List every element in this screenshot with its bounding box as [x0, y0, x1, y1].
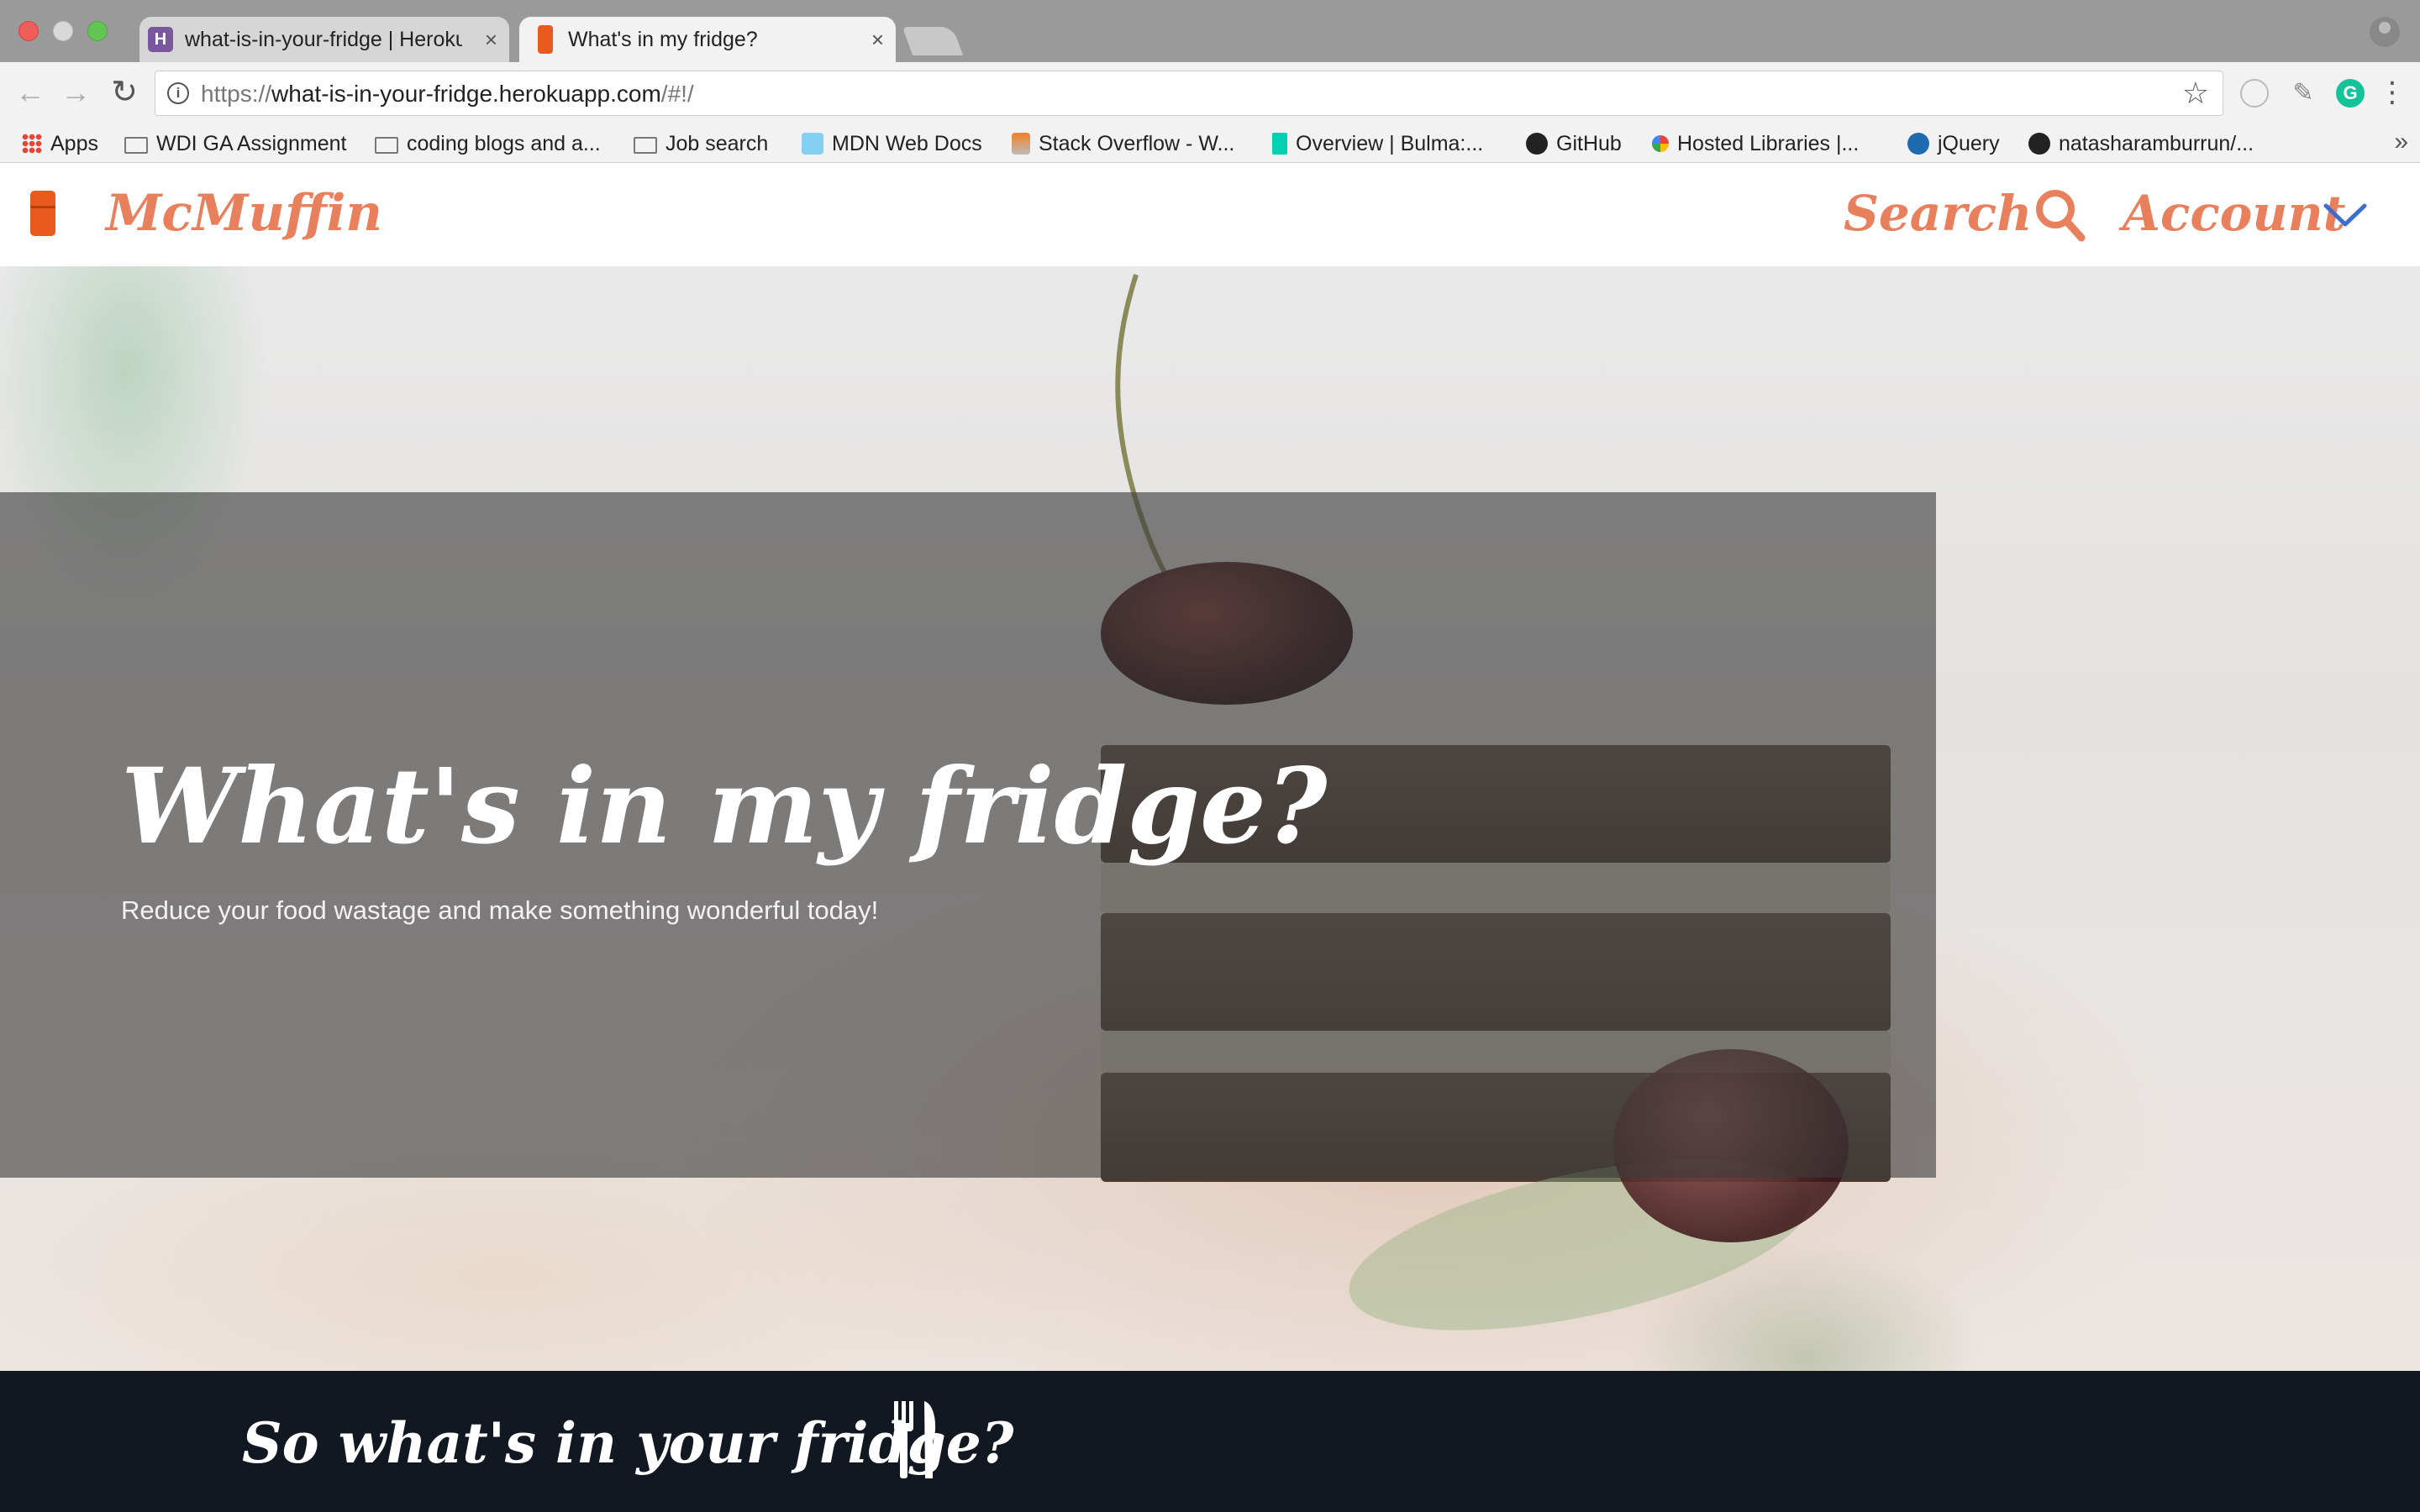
extension-icon[interactable]	[2240, 79, 2269, 108]
bookmark-bulma[interactable]: Overview | Bulma:...	[1272, 124, 1483, 163]
bookmark-apps[interactable]: Apps	[22, 124, 98, 163]
address-bar[interactable]: i https://what-is-in-your-fridge.herokua…	[155, 71, 2223, 116]
browser-toolbar: ← → ↻ i https://what-is-in-your-fridge.h…	[0, 62, 2420, 124]
tab-title: what-is-in-your-fridge | Heroku	[185, 28, 462, 51]
browser-tab-heroku[interactable]: H what-is-in-your-fridge | Heroku ×	[139, 17, 509, 62]
profile-icon[interactable]	[2370, 17, 2400, 47]
browser-tab-fridge[interactable]: What's in my fridge? ×	[519, 17, 896, 62]
google-icon	[1652, 135, 1669, 152]
fridge-prompt-bar: So what's in your fridge?	[0, 1371, 2420, 1512]
hero-overlay-panel: What's in my fridge? Reduce your food wa…	[0, 492, 1936, 1178]
apps-grid-icon	[22, 134, 42, 154]
jquery-icon	[1907, 133, 1929, 155]
nav-search-link[interactable]: Search	[1844, 184, 2032, 243]
bookmarks-bar: Apps WDI GA Assignment coding blogs and …	[0, 124, 2420, 163]
nav-account-link[interactable]: Account	[2123, 184, 2345, 243]
reload-icon[interactable]: ↻	[106, 74, 143, 111]
bookmark-label: Overview | Bulma:...	[1296, 131, 1484, 155]
brand-link[interactable]: McMuffin	[106, 184, 382, 243]
site-navbar: McMuffin Search Account	[0, 164, 2420, 266]
forward-arrow-icon[interactable]: →	[57, 74, 94, 111]
bookmark-github[interactable]: GitHub	[1526, 124, 1622, 163]
bookmark-label: MDN Web Docs	[832, 131, 982, 155]
bookmark-natasha-github[interactable]: natasharamburrun/...	[2028, 124, 2254, 163]
bulma-icon	[1272, 133, 1287, 155]
bookmark-jquery[interactable]: jQuery	[1907, 124, 2000, 163]
bookmark-coding-blogs-folder[interactable]: coding blogs and a...	[375, 124, 601, 163]
bookmark-job-search-folder[interactable]: Job search	[634, 124, 768, 163]
folder-icon	[375, 137, 398, 154]
maximize-window-button[interactable]	[87, 21, 108, 41]
bookmark-hosted-libraries[interactable]: Hosted Libraries |...	[1652, 124, 1859, 163]
bookmark-label: jQuery	[1938, 131, 2000, 155]
stackoverflow-icon	[1012, 133, 1030, 155]
bookmark-label: Hosted Libraries |...	[1677, 131, 1860, 155]
bookmark-label: WDI GA Assignment	[156, 131, 347, 155]
close-window-button[interactable]	[18, 21, 39, 41]
bookmark-label: coding blogs and a...	[407, 131, 601, 155]
bookmark-label: Job search	[666, 131, 769, 155]
cutlery-icon	[894, 1401, 936, 1478]
bookmark-label: Apps	[50, 131, 98, 155]
chevron-down-icon[interactable]	[2323, 197, 2368, 231]
github-icon	[2028, 133, 2050, 155]
search-icon[interactable]	[2033, 187, 2086, 243]
mdn-icon	[802, 133, 823, 155]
url-text[interactable]: https://what-is-in-your-fridge.herokuapp…	[201, 81, 694, 108]
hero-title: What's in my fridge?	[121, 746, 1328, 868]
browser-tab-strip: H what-is-in-your-fridge | Heroku × What…	[0, 0, 2420, 62]
hero-subtitle: Reduce your food wastage and make someth…	[121, 895, 879, 925]
back-arrow-icon[interactable]: ←	[12, 74, 49, 111]
browser-menu-icon[interactable]: ⋮	[2378, 74, 2407, 111]
bookmark-label: natasharamburrun/...	[2059, 131, 2254, 155]
tab-title: What's in my fridge?	[568, 28, 758, 51]
minimize-window-button[interactable]	[53, 21, 73, 41]
eyedropper-icon[interactable]: ✎	[2289, 79, 2317, 108]
folder-icon	[634, 137, 657, 154]
bookmark-stackoverflow[interactable]: Stack Overflow - W...	[1012, 124, 1234, 163]
more-bookmarks-icon[interactable]: »	[2394, 128, 2408, 156]
bookmark-label: GitHub	[1556, 131, 1622, 155]
bookmark-label: Stack Overflow - W...	[1039, 131, 1235, 155]
bookmark-mdn[interactable]: MDN Web Docs	[802, 124, 982, 163]
tab-close-icon[interactable]: ×	[485, 27, 497, 52]
fridge-icon	[538, 25, 553, 54]
fridge-logo-icon[interactable]	[30, 191, 55, 236]
grammarly-icon[interactable]: G	[2336, 79, 2365, 108]
bookmark-wdi-folder[interactable]: WDI GA Assignment	[124, 124, 346, 163]
github-icon	[1526, 133, 1548, 155]
heroku-icon: H	[148, 27, 173, 52]
tab-close-icon[interactable]: ×	[871, 27, 884, 52]
site-info-icon[interactable]: i	[167, 82, 189, 104]
folder-icon	[124, 137, 148, 154]
new-tab-button[interactable]	[902, 27, 964, 55]
bookmark-star-icon[interactable]: ☆	[2182, 76, 2209, 110]
